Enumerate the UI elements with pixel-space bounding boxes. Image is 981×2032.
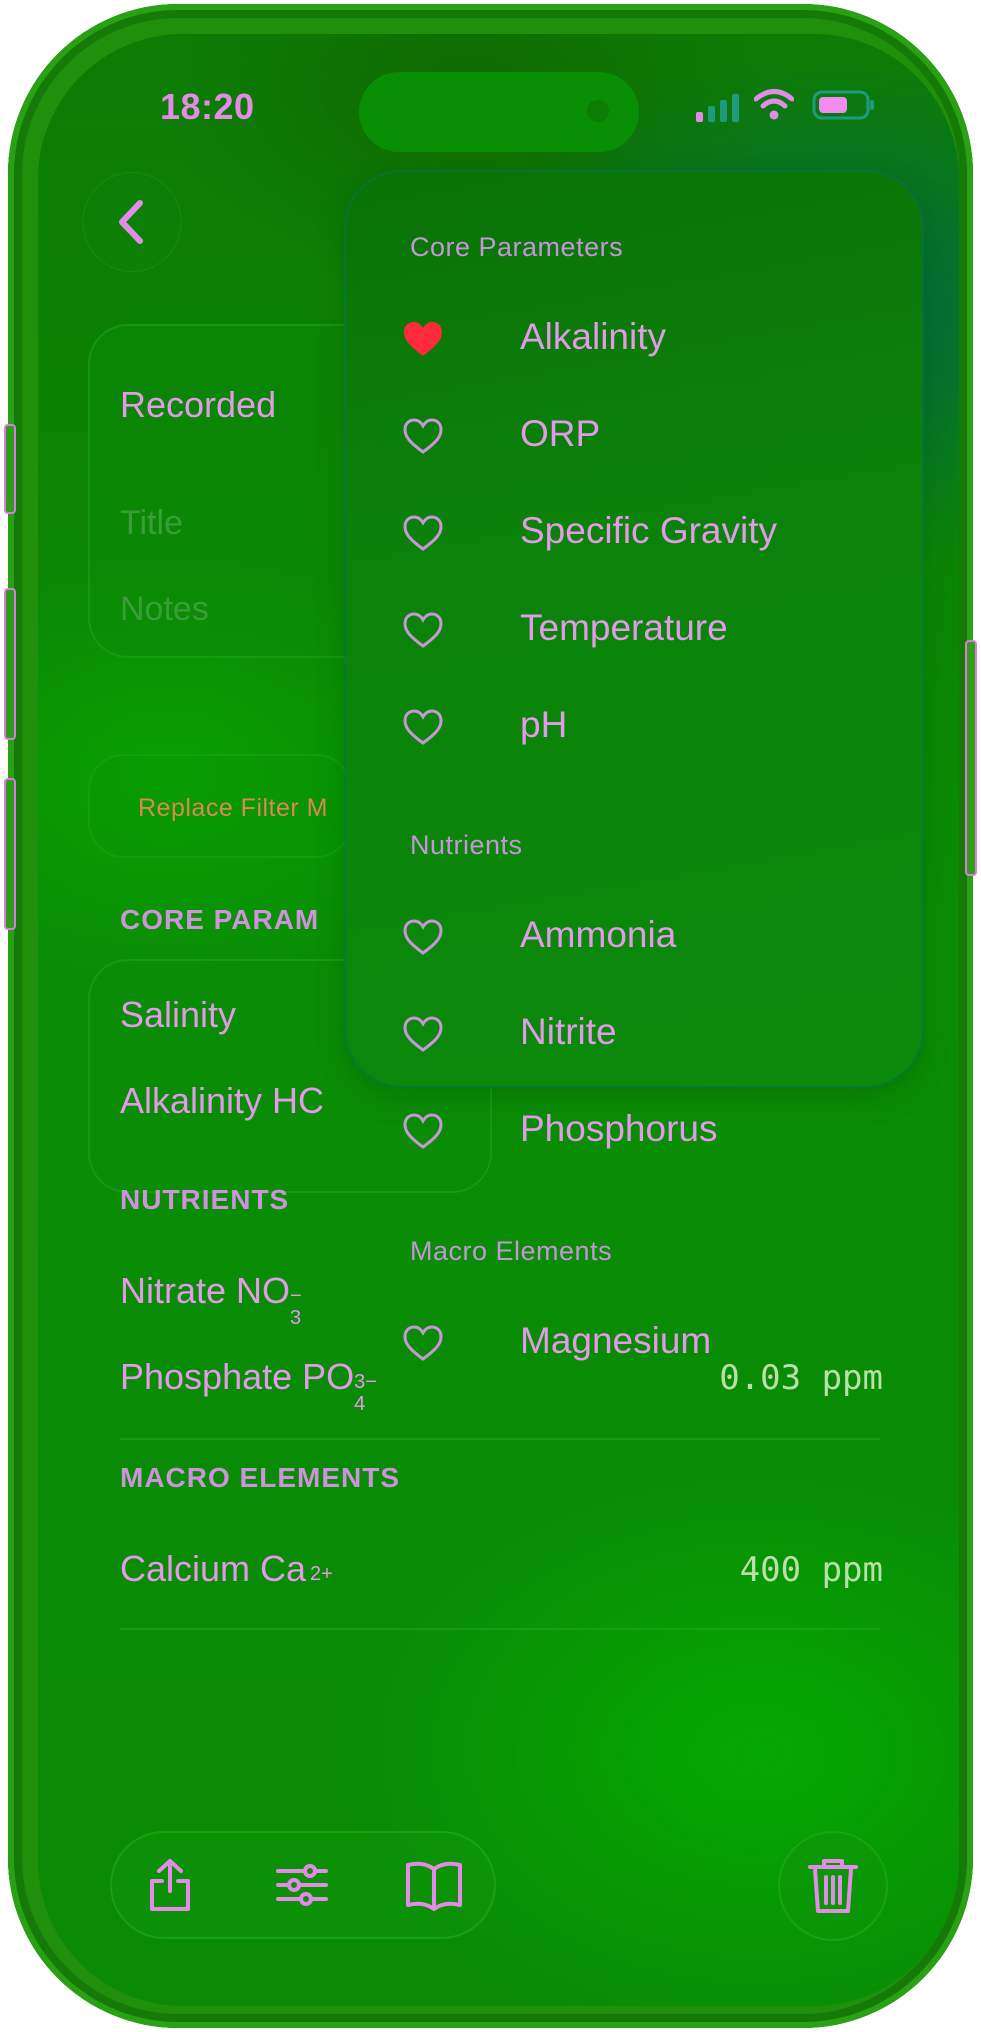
- heart-icon[interactable]: [402, 708, 444, 746]
- volume-up-button: [4, 588, 16, 740]
- menu-item-orp[interactable]: ORP: [402, 399, 902, 475]
- book-icon[interactable]: [404, 1855, 464, 1915]
- menu-item-specific-gravity[interactable]: Specific Gravity: [402, 496, 902, 572]
- heart-icon[interactable]: [402, 1324, 444, 1362]
- power-button: [965, 640, 977, 876]
- menu-item-label: Magnesium: [520, 1320, 712, 1361]
- share-icon[interactable]: [140, 1855, 200, 1915]
- phosphate-row[interactable]: Phosphate PO 3− 4: [120, 1356, 378, 1415]
- back-button[interactable]: [82, 172, 182, 272]
- menu-item-label: Alkalinity: [520, 316, 666, 357]
- menu-item-label: Ammonia: [520, 914, 677, 955]
- parameter-picker-menu: Core Parameters Alkalinity ORP Specific …: [346, 172, 922, 1361]
- menu-item-label: Nitrite: [520, 1011, 617, 1052]
- menu-item-phosphorus[interactable]: Phosphorus: [402, 1094, 902, 1170]
- wifi-icon: [754, 89, 794, 120]
- action-button: [4, 424, 16, 514]
- recorded-label: Recorded: [120, 384, 277, 425]
- phosphate-sup: 3−: [354, 1371, 377, 1393]
- heart-icon[interactable]: [402, 1112, 444, 1150]
- menu-item-nitrite[interactable]: Nitrite: [402, 997, 902, 1073]
- heart-icon[interactable]: [402, 918, 444, 956]
- menu-item-label: Phosphorus: [520, 1108, 718, 1149]
- nitrate-sub: 3: [290, 1307, 302, 1329]
- menu-section-core: Core Parameters: [410, 232, 624, 262]
- title-field[interactable]: Title: [120, 504, 183, 543]
- chevron-left-icon: [119, 200, 143, 244]
- cellular-signal-icon: [696, 94, 739, 122]
- phosphate-sub: 4: [354, 1393, 366, 1415]
- filter-chip-label: Replace Filter M: [138, 794, 328, 822]
- phosphate-name: Phosphate PO: [120, 1356, 355, 1397]
- menu-item-label: Specific Gravity: [520, 510, 778, 551]
- battery-icon: [812, 90, 874, 120]
- notes-field[interactable]: Notes: [120, 590, 209, 629]
- heart-icon[interactable]: [402, 514, 444, 552]
- calcium-row[interactable]: Calcium Ca 2+: [120, 1548, 336, 1590]
- dynamic-island: [359, 72, 639, 152]
- phone-frame: 18:20 Recorded Title Notes Replace Filte…: [4, 4, 977, 2028]
- salinity-row[interactable]: Salinity: [120, 994, 236, 1036]
- menu-section-macro: Macro Elements: [410, 1236, 613, 1266]
- menu-item-label: pH: [520, 704, 568, 745]
- menu-item-temperature[interactable]: Temperature: [402, 593, 902, 669]
- menu-item-ammonia[interactable]: Ammonia: [402, 900, 902, 976]
- macro-section-header: MACRO ELEMENTS: [120, 1462, 400, 1493]
- menu-item-alkalinity[interactable]: Alkalinity: [402, 302, 902, 378]
- screen: 18:20 Recorded Title Notes Replace Filte…: [38, 34, 959, 2006]
- heart-icon[interactable]: [402, 611, 444, 649]
- menu-section-nutrients: Nutrients: [410, 830, 523, 860]
- heart-icon[interactable]: [402, 1015, 444, 1053]
- calcium-sup: 2+: [310, 1563, 333, 1585]
- camera-dot: [587, 100, 609, 122]
- divider: [120, 1628, 880, 1630]
- core-section-header: CORE PARAM: [120, 904, 320, 935]
- nitrate-row[interactable]: Nitrate NO −3: [120, 1270, 308, 1329]
- menu-item-label: ORP: [520, 413, 601, 454]
- nitrate-sup: −: [290, 1285, 302, 1307]
- delete-button[interactable]: [778, 1831, 888, 1941]
- alkalinity-row[interactable]: Alkalinity HC: [120, 1080, 324, 1122]
- heart-icon[interactable]: [402, 417, 444, 455]
- calcium-name: Calcium Ca: [120, 1548, 307, 1589]
- volume-down-button: [4, 778, 16, 930]
- menu-item-label: Temperature: [520, 607, 728, 648]
- trash-icon: [808, 1859, 858, 1913]
- divider: [120, 1438, 880, 1440]
- menu-item-ph[interactable]: pH: [402, 690, 902, 766]
- calcium-value: 400 ppm: [739, 1550, 883, 1590]
- heart-filled-icon[interactable]: [402, 320, 444, 358]
- nitrate-name: Nitrate NO: [120, 1270, 291, 1311]
- menu-item-magnesium[interactable]: Magnesium: [402, 1306, 902, 1382]
- sliders-icon[interactable]: [272, 1855, 332, 1915]
- status-time: 18:20: [160, 86, 255, 127]
- bottom-toolbar: [110, 1831, 496, 1939]
- nutrients-section-header: NUTRIENTS: [120, 1184, 290, 1215]
